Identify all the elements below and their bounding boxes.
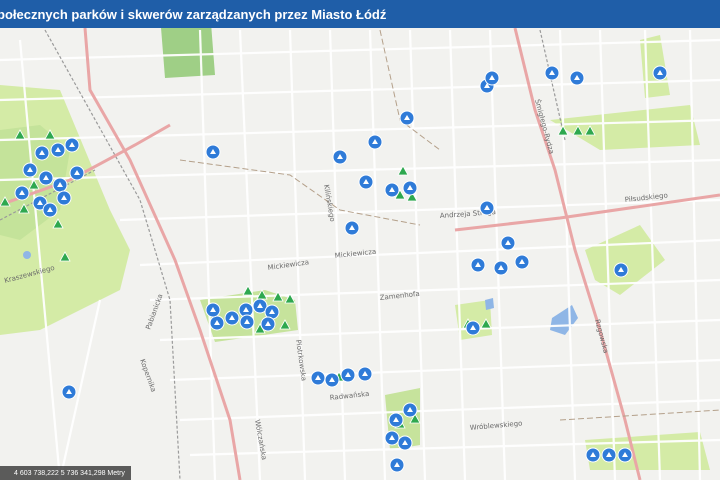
street-label: Mickiewicza — [334, 248, 376, 260]
map-title: połecznych parków i skwerów zarządzanych… — [0, 6, 387, 22]
park-marker-icon[interactable] — [500, 235, 516, 251]
park-marker-icon[interactable] — [397, 435, 413, 451]
park-marker-icon[interactable] — [585, 447, 601, 463]
street-label: Radwańska — [329, 390, 369, 402]
park-marker-icon[interactable] — [50, 142, 66, 158]
street-label: Śmigłego-Rydza — [533, 98, 556, 155]
coordinate-readout: 4 603 738,222 5 736 341,298 Metry — [0, 466, 131, 480]
street-label: Wólczańska — [253, 419, 268, 461]
park-marker-icon[interactable] — [38, 170, 54, 186]
map-title-bar: połecznych parków i skwerów zarządzanych… — [0, 0, 720, 28]
park-marker-icon[interactable] — [358, 174, 374, 190]
parks-layer — [0, 10, 710, 470]
park-marker-icon[interactable] — [34, 145, 50, 161]
park-marker-icon[interactable] — [205, 302, 221, 318]
park-marker-icon[interactable] — [479, 200, 495, 216]
pond-center — [485, 298, 494, 310]
park-marker-icon[interactable] — [332, 149, 348, 165]
tree-marker-icon[interactable] — [397, 165, 409, 176]
park-marker-icon[interactable] — [340, 367, 356, 383]
park-marker-icon[interactable] — [310, 370, 326, 386]
park-marker-icon[interactable] — [384, 182, 400, 198]
park-marker-icon[interactable] — [617, 447, 633, 463]
park-area-east-top — [550, 105, 700, 150]
park-marker-icon[interactable] — [324, 372, 340, 388]
park-marker-icon[interactable] — [402, 180, 418, 196]
park-marker-icon[interactable] — [493, 260, 509, 276]
park-marker-icon[interactable] — [367, 134, 383, 150]
park-marker-icon[interactable] — [69, 165, 85, 181]
park-marker-icon[interactable] — [61, 384, 77, 400]
park-marker-icon[interactable] — [357, 366, 373, 382]
park-marker-icon[interactable] — [260, 316, 276, 332]
park-marker-icon[interactable] — [239, 314, 255, 330]
park-marker-icon[interactable] — [209, 315, 225, 331]
park-marker-icon[interactable] — [64, 137, 80, 153]
park-marker-icon[interactable] — [14, 185, 30, 201]
park-marker-icon[interactable] — [344, 220, 360, 236]
park-marker-icon[interactable] — [52, 177, 68, 193]
park-marker-icon[interactable] — [224, 310, 240, 326]
park-marker-icon[interactable] — [22, 162, 38, 178]
park-marker-icon[interactable] — [402, 402, 418, 418]
park-marker-icon[interactable] — [652, 65, 668, 81]
city-map[interactable]: Mickiewicza Mickiewicza Piłsudskiego Kil… — [0, 0, 720, 480]
pond-small — [23, 251, 31, 259]
park-marker-icon[interactable] — [399, 110, 415, 126]
park-marker-icon[interactable] — [470, 257, 486, 273]
park-marker-icon[interactable] — [613, 262, 629, 278]
park-marker-icon[interactable] — [205, 144, 221, 160]
park-marker-icon[interactable] — [544, 65, 560, 81]
park-marker-icon[interactable] — [465, 320, 481, 336]
park-marker-icon[interactable] — [388, 412, 404, 428]
park-marker-icon[interactable] — [56, 190, 72, 206]
park-marker-icon[interactable] — [514, 254, 530, 270]
park-marker-icon[interactable] — [389, 457, 405, 473]
park-marker-icon[interactable] — [42, 202, 58, 218]
street-label: Kopernika — [138, 358, 157, 393]
pond-east — [550, 305, 578, 335]
street-label: Pabianicka — [144, 293, 164, 331]
park-marker-icon[interactable] — [384, 430, 400, 446]
street-label: Wróblewskiego — [469, 419, 522, 432]
park-marker-icon[interactable] — [601, 447, 617, 463]
park-marker-icon[interactable] — [484, 70, 500, 86]
park-marker-icon[interactable] — [569, 70, 585, 86]
